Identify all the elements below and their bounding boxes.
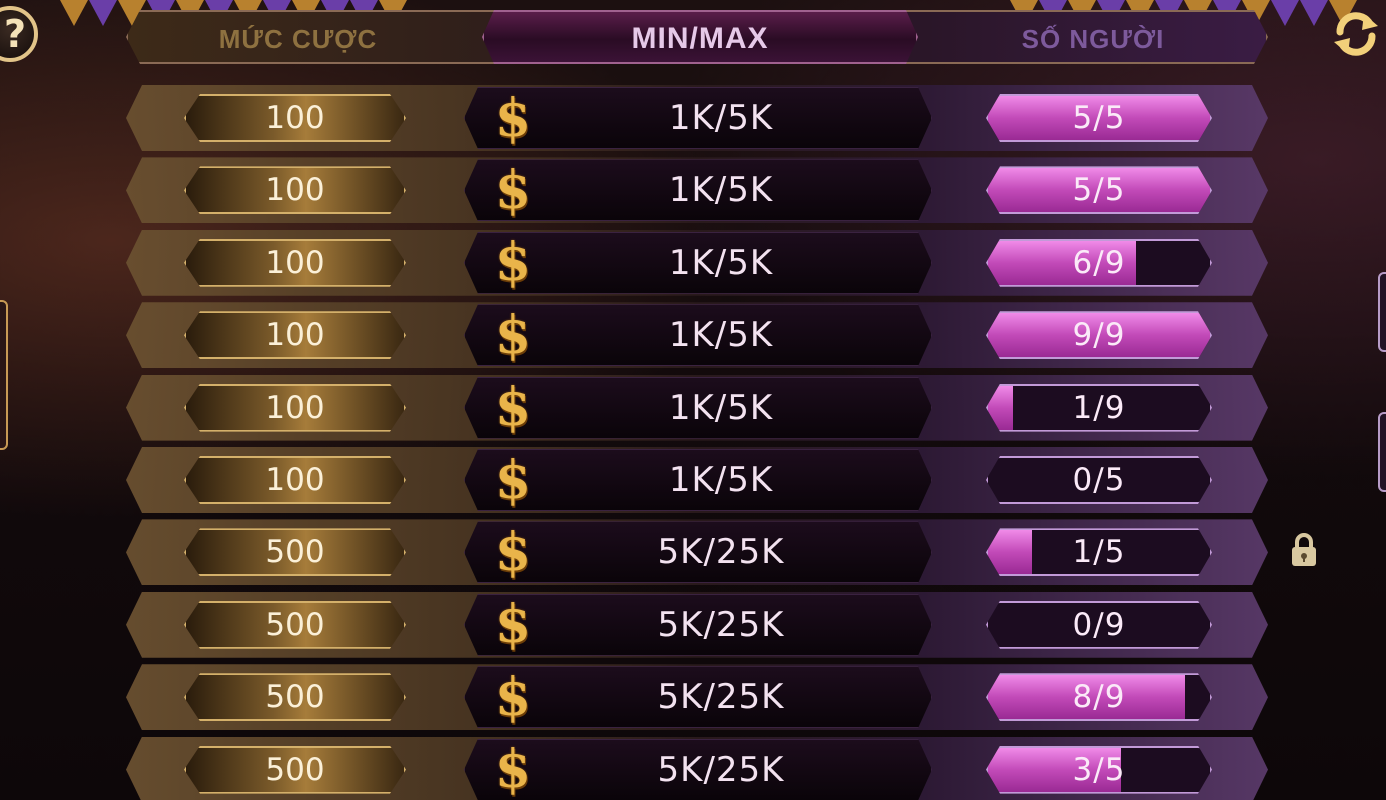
- players-progress-bar: 9/9: [986, 311, 1212, 359]
- players-progress-bar: 3/5: [986, 746, 1212, 794]
- dollar-icon: $: [494, 377, 532, 439]
- minmax-value: 5K/25K: [657, 677, 785, 718]
- header-players[interactable]: SỐ NGƯỜI: [918, 12, 1268, 66]
- minmax-value: 1K/5K: [668, 170, 774, 211]
- players-count: 0/9: [1072, 606, 1126, 643]
- table-row[interactable]: 100 $ 1K/5K 0/5: [126, 447, 1268, 513]
- minmax-value: 1K/5K: [668, 242, 774, 283]
- bet-level-badge: 100: [184, 384, 406, 432]
- bet-value: 100: [265, 317, 325, 354]
- dollar-icon: $: [494, 594, 532, 656]
- players-count: 5/5: [1072, 100, 1126, 136]
- minmax-value: 1K/5K: [668, 315, 774, 356]
- table-header: MỨC CƯỢC MIN/MAX SỐ NGƯỜI: [126, 10, 1268, 64]
- dollar-icon: $: [494, 521, 532, 583]
- bet-level-badge: 500: [184, 746, 406, 794]
- lock-icon: [1292, 533, 1316, 566]
- dollar-icon: $: [494, 666, 532, 728]
- table-row[interactable]: 500 $ 5K/25K 0/9: [126, 592, 1268, 658]
- players-count: 8/9: [1072, 679, 1126, 716]
- dollar-icon: $: [494, 87, 532, 149]
- players-count: 1/9: [1072, 389, 1126, 426]
- bet-value: 500: [265, 534, 325, 571]
- dollar-icon: $: [494, 232, 532, 294]
- side-panel-tab-left[interactable]: [0, 300, 8, 450]
- pennant-flag: [1300, 0, 1328, 26]
- bet-value: 500: [265, 679, 325, 716]
- minmax-value: 5K/25K: [657, 749, 785, 790]
- dollar-icon: $: [494, 449, 532, 511]
- pennant-flag: [89, 0, 117, 26]
- minmax-value: 1K/5K: [668, 460, 774, 500]
- bet-level-badge: 100: [184, 94, 406, 142]
- minmax-value: 1K/5K: [668, 387, 774, 428]
- bet-level-badge: 100: [184, 166, 406, 214]
- question-mark-icon: ?: [3, 12, 26, 56]
- table-row[interactable]: 500 $ 5K/25K 1/5: [126, 519, 1268, 585]
- players-progress-bar: 1/9: [986, 384, 1212, 432]
- minmax-value: 5K/25K: [657, 604, 785, 645]
- refresh-icon: [1334, 12, 1378, 56]
- table-row[interactable]: 100 $ 1K/5K 5/5: [126, 85, 1268, 151]
- players-progress-bar: 5/5: [986, 166, 1212, 214]
- dollar-icon: $: [494, 739, 532, 800]
- players-progress-bar: 6/9: [986, 239, 1212, 287]
- players-progress-bar: 0/5: [986, 456, 1212, 504]
- dollar-icon: $: [494, 159, 532, 221]
- refresh-button[interactable]: [1330, 8, 1382, 60]
- pennant-flag: [60, 0, 88, 26]
- bet-value: 100: [265, 244, 325, 281]
- bet-value: 100: [265, 389, 325, 426]
- players-count: 0/5: [1072, 462, 1126, 498]
- players-count: 3/5: [1072, 751, 1126, 788]
- bet-value: 100: [265, 172, 325, 209]
- bet-value: 100: [265, 100, 325, 136]
- bet-level-badge: 500: [184, 528, 406, 576]
- bet-value: 500: [265, 751, 325, 788]
- players-progress-bar: 5/5: [986, 94, 1212, 142]
- players-count: 6/9: [1072, 244, 1126, 281]
- minmax-value: 1K/5K: [668, 98, 774, 138]
- bet-level-badge: 500: [184, 601, 406, 649]
- bet-level-badge: 100: [184, 239, 406, 287]
- help-button[interactable]: ?: [0, 6, 38, 62]
- side-panel-tab-right-2[interactable]: [1378, 412, 1386, 492]
- dollar-icon: $: [494, 304, 532, 366]
- players-progress-bar: 0/9: [986, 601, 1212, 649]
- table-row[interactable]: 100 $ 1K/5K 9/9: [126, 302, 1268, 368]
- header-minmax[interactable]: MIN/MAX: [482, 12, 918, 66]
- bet-level-badge: 100: [184, 311, 406, 359]
- table-row[interactable]: 100 $ 1K/5K 1/9: [126, 375, 1268, 441]
- minmax-value: 5K/25K: [657, 532, 785, 573]
- bet-value: 500: [265, 606, 325, 643]
- players-count: 5/5: [1072, 172, 1126, 209]
- table-row[interactable]: 500 $ 5K/25K 3/5: [126, 737, 1268, 800]
- table-row[interactable]: 100 $ 1K/5K 5/5: [126, 157, 1268, 223]
- bet-level-badge: 100: [184, 456, 406, 504]
- players-count: 9/9: [1072, 317, 1126, 354]
- players-progress-bar: 8/9: [986, 673, 1212, 721]
- bet-value: 100: [265, 462, 325, 498]
- side-panel-tab-right[interactable]: [1378, 272, 1386, 352]
- header-bet-level[interactable]: MỨC CƯỢC: [128, 12, 468, 66]
- table-row[interactable]: 100 $ 1K/5K 6/9: [126, 230, 1268, 296]
- pennant-flag: [1271, 0, 1299, 26]
- players-count: 1/5: [1072, 534, 1126, 571]
- bet-level-badge: 500: [184, 673, 406, 721]
- players-progress-bar: 1/5: [986, 528, 1212, 576]
- table-row[interactable]: 500 $ 5K/25K 8/9: [126, 664, 1268, 730]
